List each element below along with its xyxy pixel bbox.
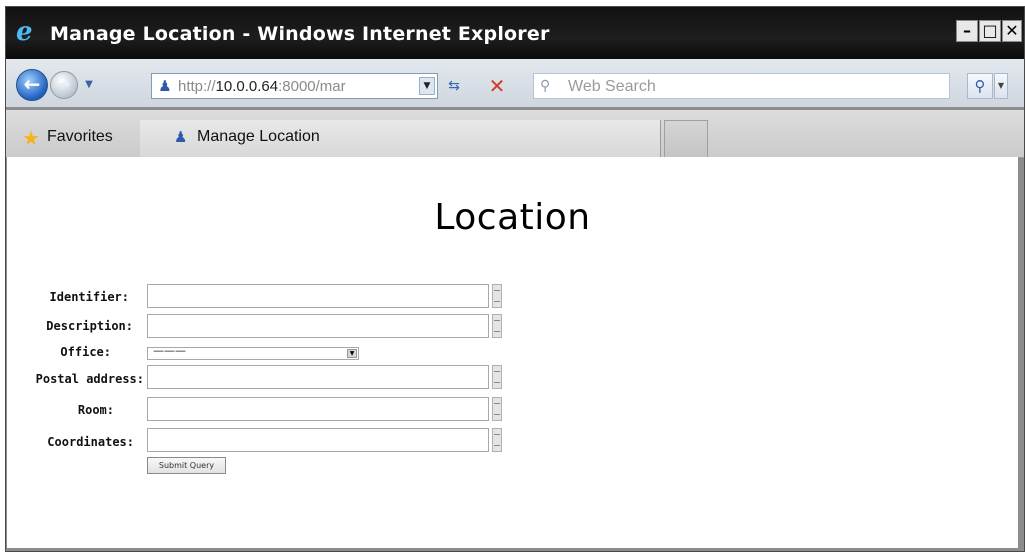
coordinates-field[interactable] [147,428,489,452]
ie-logo-icon: e [16,17,33,47]
postal-address-scrollbar[interactable] [492,365,502,389]
minimize-button[interactable]: – [956,20,978,42]
coordinates-label: Coordinates: [47,435,134,449]
search-icon: ⚲ [974,77,986,95]
search-button[interactable]: ⚲ [967,73,993,99]
identifier-scrollbar[interactable] [492,284,502,308]
new-tab-button[interactable] [664,120,708,157]
refresh-button[interactable]: ⇆ [442,76,466,96]
description-field[interactable] [147,314,489,338]
stop-icon: ✕ [488,74,506,98]
tab-label: Manage Location [197,128,320,145]
chevron-down-icon: ▼ [347,349,357,358]
description-scrollbar[interactable] [492,314,502,338]
page-icon: ♟ [158,77,172,95]
room-scrollbar[interactable] [492,397,502,421]
search-placeholder: Web Search [568,78,656,95]
search-icon: ⚲ [540,78,551,94]
submit-button[interactable]: Submit Query [147,457,226,474]
favorites-button[interactable]: Favorites [47,128,113,146]
close-button[interactable]: ✕ [1002,20,1022,42]
identifier-field[interactable] [147,284,489,308]
identifier-label: Identifier: [49,290,129,304]
room-field[interactable] [147,397,489,421]
star-icon: ★ [22,126,40,150]
search-field[interactable]: ⚲ Web Search [533,73,950,99]
office-label: Office: [60,345,111,359]
forward-arrow-icon: → [57,74,71,93]
back-button[interactable]: ← [16,69,48,101]
window-title: Manage Location - Windows Internet Explo… [50,23,550,45]
office-select-value: ——— [153,344,186,357]
page-icon: ♟ [174,128,188,146]
forward-button[interactable]: → [50,71,78,99]
description-label: Description: [46,319,133,333]
history-dropdown[interactable]: ▼ [82,77,96,93]
address-bar[interactable]: ♟ http://10.0.0.64:8000/mar ▼ [151,73,438,99]
search-options-dropdown[interactable]: ▼ [994,73,1008,99]
back-arrow-icon: ← [23,72,41,96]
postal-address-field[interactable] [147,365,489,389]
refresh-icon: ⇆ [448,78,460,94]
room-label: Room: [77,403,114,417]
office-select[interactable]: ——— ▼ [147,344,359,360]
maximize-button[interactable]: □ [979,20,1001,42]
page-title: Location [434,197,591,238]
address-dropdown[interactable]: ▼ [419,77,435,95]
stop-button[interactable]: ✕ [486,75,508,97]
coordinates-scrollbar[interactable] [492,428,502,452]
postal-address-label: Postal address: [35,372,144,386]
url-text: http://10.0.0.64:8000/mar [178,78,346,95]
